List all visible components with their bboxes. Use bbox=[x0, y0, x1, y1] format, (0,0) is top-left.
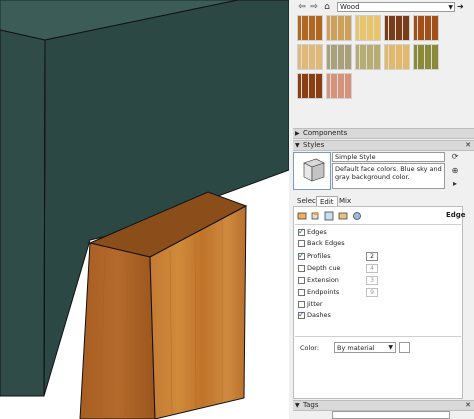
tab-mix[interactable]: Mix bbox=[336, 196, 354, 206]
background-settings-icon[interactable] bbox=[324, 211, 334, 221]
modeling-viewport[interactable] bbox=[0, 0, 289, 419]
style-description-field[interactable]: Default face colors. Blue sky and gray b… bbox=[332, 163, 445, 189]
edges-checkbox[interactable] bbox=[298, 227, 305, 236]
style-thumbnail-cube-icon bbox=[294, 153, 330, 189]
edge-color-select[interactable]: By material ▼ bbox=[334, 342, 396, 353]
box-left-face bbox=[79, 242, 156, 419]
wood-swatch-11[interactable] bbox=[297, 73, 323, 99]
edge-settings-icon[interactable] bbox=[297, 211, 307, 221]
back-arrow-icon[interactable]: ⇦ bbox=[297, 2, 307, 12]
scene-canvas[interactable] bbox=[0, 0, 289, 419]
edge-color-swatch[interactable] bbox=[399, 342, 410, 353]
option-profiles[interactable]: Profiles bbox=[298, 251, 331, 262]
wood-swatch-10[interactable] bbox=[413, 44, 439, 70]
dashes-checkbox[interactable] bbox=[298, 310, 305, 319]
material-collection-select[interactable]: Wood ▼ bbox=[337, 2, 455, 12]
option-label: Depth cue bbox=[307, 264, 341, 272]
wood-swatch-6[interactable] bbox=[297, 44, 323, 70]
option-label: Endpoints bbox=[307, 288, 340, 296]
wood-swatch-9[interactable] bbox=[384, 44, 410, 70]
wood-swatch-4[interactable] bbox=[384, 15, 410, 41]
watermark-settings-icon[interactable] bbox=[338, 211, 348, 221]
update-style-icon[interactable]: ⟳ bbox=[450, 152, 460, 162]
components-title: Components bbox=[303, 129, 348, 137]
expand-triangle-icon: ▶ bbox=[295, 130, 300, 137]
create-style-icon[interactable]: ⊕ bbox=[450, 166, 460, 176]
extension-checkbox[interactable] bbox=[298, 276, 305, 284]
endpoints-checkbox[interactable] bbox=[298, 288, 305, 296]
back-edges-checkbox[interactable] bbox=[298, 239, 305, 247]
divider bbox=[295, 336, 461, 337]
profiles-checkbox[interactable] bbox=[298, 251, 305, 260]
style-name-field[interactable]: Simple Style bbox=[332, 152, 445, 162]
wood-swatch-2[interactable] bbox=[326, 15, 352, 41]
chevron-down-icon: ▼ bbox=[448, 4, 453, 11]
option-label: Profiles bbox=[307, 252, 331, 260]
depth-cue-field[interactable]: 4 bbox=[366, 264, 378, 273]
wood-swatch-8[interactable] bbox=[355, 44, 381, 70]
modeling-settings-icon[interactable] bbox=[352, 211, 362, 221]
detail-arrow-icon[interactable]: ▸ bbox=[450, 179, 460, 189]
wood-swatch-5[interactable] bbox=[413, 15, 439, 41]
close-icon[interactable]: ✕ bbox=[465, 141, 471, 150]
extension-field[interactable]: 3 bbox=[366, 276, 378, 285]
jitter-checkbox[interactable] bbox=[298, 300, 305, 308]
option-depth-cue[interactable]: Depth cue bbox=[298, 264, 341, 274]
wood-swatch-1[interactable] bbox=[297, 15, 323, 41]
material-collection-value: Wood bbox=[340, 3, 360, 11]
details-arrow-icon[interactable]: ➜ bbox=[457, 2, 467, 12]
tags-title: Tags bbox=[303, 401, 319, 409]
styles-panel-header[interactable]: ▼ Styles ✕ bbox=[293, 140, 474, 151]
tab-edit[interactable]: Edit bbox=[316, 196, 338, 206]
home-icon[interactable]: ⌂ bbox=[322, 2, 332, 12]
option-label: Back Edges bbox=[307, 239, 345, 247]
depth-cue-checkbox[interactable] bbox=[298, 264, 305, 272]
collapse-triangle-icon: ▼ bbox=[295, 402, 300, 409]
styles-title: Styles bbox=[303, 141, 325, 149]
chevron-down-icon: ▼ bbox=[388, 344, 393, 351]
option-endpoints[interactable]: Endpoints bbox=[298, 288, 339, 298]
wood-swatch-3[interactable] bbox=[355, 15, 381, 41]
edge-color-value: By material bbox=[337, 344, 375, 352]
option-edges[interactable]: Edges bbox=[298, 227, 327, 238]
option-back-edges[interactable]: Back Edges bbox=[298, 239, 345, 249]
color-label: Color: bbox=[300, 344, 320, 352]
wood-swatch-12[interactable] bbox=[326, 73, 352, 99]
components-panel-header[interactable]: ▶ Components bbox=[293, 128, 474, 139]
option-label: Edges bbox=[307, 228, 327, 236]
option-extension[interactable]: Extension bbox=[298, 276, 339, 286]
option-jitter[interactable]: Jitter bbox=[298, 300, 323, 310]
wood-swatch-7[interactable] bbox=[326, 44, 352, 70]
divider bbox=[295, 224, 461, 225]
edit-section-label: Edge bbox=[446, 211, 466, 219]
style-thumbnail bbox=[293, 152, 331, 190]
option-label: Extension bbox=[307, 276, 339, 284]
endpoints-field[interactable]: 9 bbox=[366, 288, 378, 297]
wall-left-face bbox=[0, 29, 46, 397]
collapse-triangle-icon: ▼ bbox=[295, 142, 300, 149]
face-settings-icon[interactable] bbox=[310, 211, 320, 221]
materials-nav-bar: ⇦ ⇨ ⌂ Wood ▼ ➜ bbox=[295, 0, 467, 14]
profiles-width-field[interactable]: 2 bbox=[366, 252, 378, 261]
close-icon[interactable]: ✕ bbox=[465, 401, 471, 410]
option-label: Dashes bbox=[307, 311, 331, 319]
option-label: Jitter bbox=[307, 300, 323, 308]
option-dashes[interactable]: Dashes bbox=[298, 310, 331, 321]
forward-arrow-icon[interactable]: ⇨ bbox=[309, 2, 319, 12]
tags-search-input[interactable] bbox=[332, 411, 450, 419]
tags-panel-header[interactable]: ▼ Tags ✕ bbox=[293, 400, 474, 411]
